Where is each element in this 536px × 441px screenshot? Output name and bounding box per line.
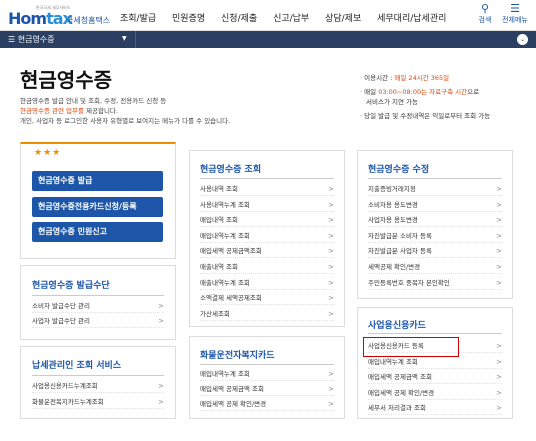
list-item[interactable]: 매출내역 조회 > [200, 261, 334, 274]
chevron-down-icon[interactable]: ⌄ [517, 34, 528, 45]
list-item[interactable]: 매입내역누계 조회 > [200, 368, 334, 381]
list-item[interactable]: 자진발급분 사업자 등록 > [368, 245, 502, 259]
taxpayer-title: 납세관리인 조회 서비스 [32, 361, 122, 371]
chevron-right-icon: > [496, 247, 502, 256]
menu-selector[interactable]: ☰ 현금영수증 [8, 34, 55, 45]
logo-wordmark: Homtax [8, 9, 73, 28]
chevron-right-icon: > [328, 185, 334, 193]
caret-down-icon[interactable]: ▼ [122, 35, 127, 42]
chevron-right-icon: > [328, 216, 334, 225]
nav-item-certificate[interactable]: 민원증명 [172, 11, 205, 24]
list-item[interactable]: 사용내역누계 조회 > [200, 199, 334, 212]
chevron-right-icon: > [496, 185, 502, 193]
page-title: 현금영수증 [20, 68, 112, 92]
nav-item-consult[interactable]: 상담/제보 [325, 11, 361, 24]
highlight-box [363, 337, 459, 357]
cargo-title: 화물운전자복지카드 [200, 351, 275, 361]
chevron-right-icon: > [328, 385, 334, 393]
logo-korean: 국세청홈택스 [66, 16, 111, 25]
list-item[interactable]: 세무서 처리결과 조회 > [368, 402, 502, 415]
chevron-right-icon: > [496, 357, 502, 366]
list-item[interactable]: 소비자용 용도변경 > [368, 199, 502, 212]
nav-item-inquiry[interactable]: 조회/발급 [120, 11, 156, 24]
list-item[interactable]: 가산세조회 > [200, 308, 334, 321]
inquiry-title: 현금영수증 조회 [200, 165, 262, 175]
list-item[interactable]: 사용내역 조회 > [200, 183, 334, 196]
list-item[interactable]: 세액공제 확인/변경 > [368, 261, 502, 274]
list-item[interactable]: 주민등록번호 중복자 본인확인 > [368, 277, 502, 290]
complaint-button[interactable]: 현금영수증 민원신고 [32, 222, 163, 242]
divider [200, 364, 334, 365]
chevron-right-icon: > [328, 200, 334, 209]
star-icon: ★★★ [34, 148, 62, 158]
main-nav: 조회/발급 민원증명 신청/제출 신고/납부 상담/제보 세무대리/납세관리 [120, 11, 459, 24]
chevron-right-icon: > [496, 263, 502, 271]
list-item[interactable]: 매입내역누계 조회 > [368, 356, 502, 369]
list-item[interactable]: 사업자 발급수단 관리 > [32, 315, 164, 328]
card-register-button[interactable]: 현금영수증전용카드신청/등록 [32, 197, 163, 217]
list-item[interactable]: 매입세액 공제금액 조회 > [368, 371, 502, 384]
list-item[interactable]: 화물운전복지카드누계조회 > [32, 396, 164, 409]
list-item[interactable]: 사업용신용카드누계조회 > [32, 380, 164, 393]
chevron-right-icon: > [328, 370, 334, 378]
chevron-right-icon: > [496, 216, 502, 225]
list-item[interactable]: 매입세액 공제금액조회 > [200, 245, 334, 259]
chevron-right-icon: > [496, 200, 502, 209]
list-item[interactable]: 매입내역 조회 > [200, 214, 334, 228]
list-item[interactable]: 매입세액 공제 확인/변경 > [200, 398, 334, 411]
divider [32, 375, 164, 376]
divider [32, 295, 164, 296]
divider [368, 178, 502, 179]
issue-means-title: 현금영수증 발급수단 [32, 281, 110, 291]
nav-item-report[interactable]: 신고/납부 [273, 11, 309, 24]
chevron-right-icon: > [158, 302, 164, 310]
chevron-right-icon: > [328, 309, 334, 318]
page-description: 현금영수증 발급 안내 및 조회, 수정, 전용카드 신청 등 현금영수증 관련… [20, 97, 231, 125]
nav-item-agent[interactable]: 세무대리/납세관리 [377, 11, 446, 24]
chevron-right-icon: > [328, 231, 334, 240]
chevron-right-icon: > [328, 247, 334, 256]
top-header: 한국국세 세무서비스 Homtax 국세청홈택스 조회/발급 민원증명 신청/제… [0, 0, 536, 31]
chevron-right-icon: > [158, 382, 164, 390]
list-item[interactable]: 자진발급분 소비자 등록 > [368, 230, 502, 243]
list-item[interactable]: 소비자 발급수단 관리 > [32, 300, 164, 313]
chevron-right-icon: > [496, 278, 502, 287]
list-item[interactable]: 매입내역누계 조회 > [200, 230, 334, 243]
nav-item-apply[interactable]: 신청/제출 [221, 11, 257, 24]
list-item[interactable]: 소액결제 세액공제조회 > [200, 292, 334, 306]
chevron-right-icon: > [328, 278, 334, 287]
list-item[interactable]: 매출내역누계 조회 > [200, 277, 334, 290]
chevron-right-icon: > [158, 317, 164, 325]
bizcard-title: 사업용신용카드 [368, 321, 426, 331]
search-button[interactable]: ⚲ 검색 [470, 3, 500, 25]
list-item[interactable]: 매입세액 공제금액 조회 > [200, 383, 334, 396]
modify-title: 현금영수증 수정 [368, 165, 430, 175]
chevron-right-icon: > [328, 294, 334, 303]
chevron-right-icon: > [328, 400, 334, 408]
chevron-right-icon: > [496, 342, 502, 350]
notice-panel: · 이용시간 : 매일 24시간 365일 · 매일 03:00~08:00는 … [360, 74, 491, 120]
list-item[interactable]: 사업자용 용도변경 > [368, 214, 502, 228]
divider [200, 178, 334, 179]
hamburger-icon: ☰ [510, 2, 520, 15]
chevron-right-icon: > [328, 263, 334, 271]
chevron-right-icon: > [496, 231, 502, 240]
chevron-right-icon: > [496, 404, 502, 412]
menubar-divider [135, 31, 136, 48]
issue-button[interactable]: 현금영수증 발급 [32, 171, 163, 191]
allmenu-button[interactable]: ☰ 전체메뉴 [500, 3, 530, 25]
chevron-right-icon: > [496, 373, 502, 381]
chevron-right-icon: > [158, 398, 164, 406]
list-item[interactable]: 매입세액 공제 확인/변경 > [368, 387, 502, 400]
hometax-logo[interactable]: 한국국세 세무서비스 Homtax 국세청홈택스 [8, 5, 114, 28]
divider [368, 333, 502, 334]
list-item[interactable]: 지출증빙거래지정 > [368, 183, 502, 196]
search-icon: ⚲ [480, 2, 490, 15]
sub-menubar: ☰ 현금영수증 ▼ ⌄ [0, 31, 536, 48]
chevron-right-icon: > [496, 388, 502, 397]
